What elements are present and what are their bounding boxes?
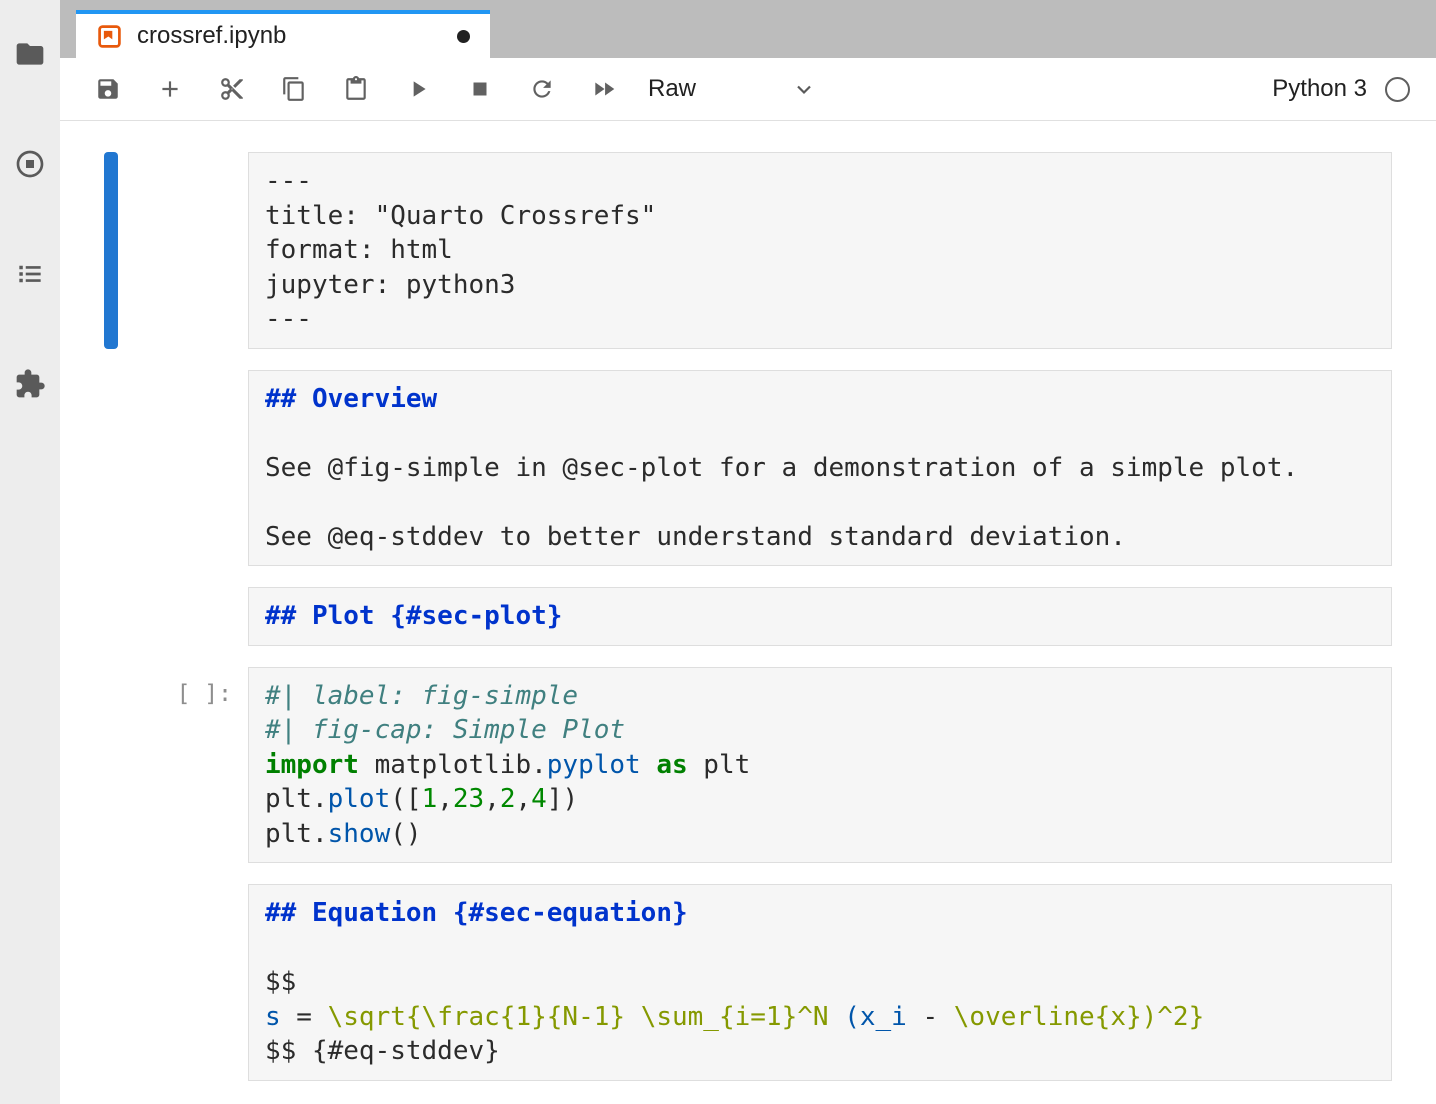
- code-line: import matplotlib.pyplot as plt: [265, 748, 1375, 783]
- cell-editor[interactable]: ## Overview See @fig-simple in @sec-plot…: [248, 370, 1392, 567]
- cell-selection-bar: [104, 152, 118, 349]
- cell-editor[interactable]: ## Equation {#sec-equation} $$s = \sqrt{…: [248, 884, 1392, 1081]
- notebook-toolbar: Raw Python 3: [60, 58, 1436, 121]
- code-line: format: html: [265, 233, 1375, 268]
- tab-bar: crossref.ipynb: [60, 0, 1436, 58]
- cell-execution-prompt: [118, 587, 248, 646]
- main-panel: crossref.ipynb Raw Python 3 ---title: "Q…: [60, 0, 1436, 1104]
- code-line: See @fig-simple in @sec-plot for a demon…: [265, 451, 1375, 486]
- modified-indicator-icon[interactable]: [457, 30, 470, 43]
- restart-run-all-button[interactable]: [590, 75, 618, 103]
- paste-icon: [343, 76, 369, 102]
- code-line: #| label: fig-simple: [265, 679, 1375, 714]
- markdown-cell-2[interactable]: ## Plot {#sec-plot}: [60, 587, 1436, 646]
- cut-icon: [219, 76, 245, 102]
- cell-type-dropdown[interactable]: Raw: [648, 75, 816, 103]
- table-of-contents-button[interactable]: [12, 256, 48, 292]
- notebook-cells: ---title: "Quarto Crossrefs"format: html…: [60, 121, 1436, 1104]
- restart-kernel-button[interactable]: [528, 75, 556, 103]
- paste-cells-button[interactable]: [342, 75, 370, 103]
- tab-title: crossref.ipynb: [137, 22, 443, 50]
- list-icon: [14, 258, 46, 290]
- raw-cell-0[interactable]: ---title: "Quarto Crossrefs"format: html…: [60, 152, 1436, 349]
- tab-crossref-ipynb[interactable]: crossref.ipynb: [76, 10, 490, 58]
- run-button[interactable]: [404, 75, 432, 103]
- run-icon: [405, 76, 431, 102]
- extension-manager-button[interactable]: [12, 366, 48, 402]
- code-line: ---: [265, 164, 1375, 199]
- cell-execution-prompt: [118, 370, 248, 567]
- markdown-cell-4[interactable]: ## Equation {#sec-equation} $$s = \sqrt{…: [60, 884, 1436, 1081]
- cell-editor[interactable]: ---title: "Quarto Crossrefs"format: html…: [248, 152, 1392, 349]
- puzzle-icon: [14, 368, 46, 400]
- cell-execution-prompt: [118, 152, 248, 349]
- code-line: plt.plot([1,23,2,4]): [265, 782, 1375, 817]
- code-line: title: "Quarto Crossrefs": [265, 199, 1375, 234]
- stop-icon: [467, 76, 493, 102]
- cut-cells-button[interactable]: [218, 75, 246, 103]
- cell-execution-prompt: [118, 884, 248, 1081]
- kernel-name[interactable]: Python 3: [1272, 75, 1367, 103]
- save-icon: [95, 76, 121, 102]
- cell-selection-bar: [104, 370, 118, 567]
- cell-type-value: Raw: [648, 75, 696, 103]
- markdown-cell-1[interactable]: ## Overview See @fig-simple in @sec-plot…: [60, 370, 1436, 567]
- cell-selection-bar: [104, 884, 118, 1081]
- interrupt-kernel-button[interactable]: [466, 75, 494, 103]
- code-line: See @eq-stddev to better understand stan…: [265, 520, 1375, 555]
- folder-icon: [14, 38, 46, 70]
- left-sidebar: [0, 0, 60, 1104]
- chevron-down-icon: [792, 77, 816, 101]
- copy-icon: [281, 76, 307, 102]
- notebook-file-icon: [96, 23, 123, 50]
- save-button[interactable]: [94, 75, 122, 103]
- code-line: [265, 485, 1375, 520]
- add-icon: [157, 76, 183, 102]
- code-line: ## Equation {#sec-equation}: [265, 896, 1375, 931]
- jupyterlab-window: crossref.ipynb Raw Python 3 ---title: "Q…: [0, 0, 1436, 1104]
- code-line: [265, 931, 1375, 966]
- code-line: jupyter: python3: [265, 268, 1375, 303]
- code-line: ## Overview: [265, 382, 1375, 417]
- code-line: plt.show(): [265, 817, 1375, 852]
- code-line: $$ {#eq-stddev}: [265, 1034, 1375, 1069]
- code-line: ## Plot {#sec-plot}: [265, 599, 1375, 634]
- running-kernels-button[interactable]: [12, 146, 48, 182]
- fastforward-icon: [591, 76, 617, 102]
- code-line: s = \sqrt{\frac{1}{N-1} \sum_{i=1}^N (x_…: [265, 1000, 1375, 1035]
- toolbar-buttons: [94, 75, 618, 103]
- code-line: [265, 416, 1375, 451]
- cell-selection-bar: [104, 667, 118, 864]
- file-browser-button[interactable]: [12, 36, 48, 72]
- cell-execution-prompt: [ ]:: [118, 667, 248, 864]
- code-cell-3[interactable]: [ ]:#| label: fig-simple#| fig-cap: Simp…: [60, 667, 1436, 864]
- code-line: ---: [265, 302, 1375, 337]
- insert-cell-button[interactable]: [156, 75, 184, 103]
- cell-editor[interactable]: #| label: fig-simple#| fig-cap: Simple P…: [248, 667, 1392, 864]
- code-line: #| fig-cap: Simple Plot: [265, 713, 1375, 748]
- code-line: $$: [265, 965, 1375, 1000]
- copy-cells-button[interactable]: [280, 75, 308, 103]
- kernel-status-icon[interactable]: [1385, 77, 1410, 102]
- cell-selection-bar: [104, 587, 118, 646]
- cell-editor[interactable]: ## Plot {#sec-plot}: [248, 587, 1392, 646]
- stop-circle-icon: [14, 148, 46, 180]
- restart-icon: [529, 76, 555, 102]
